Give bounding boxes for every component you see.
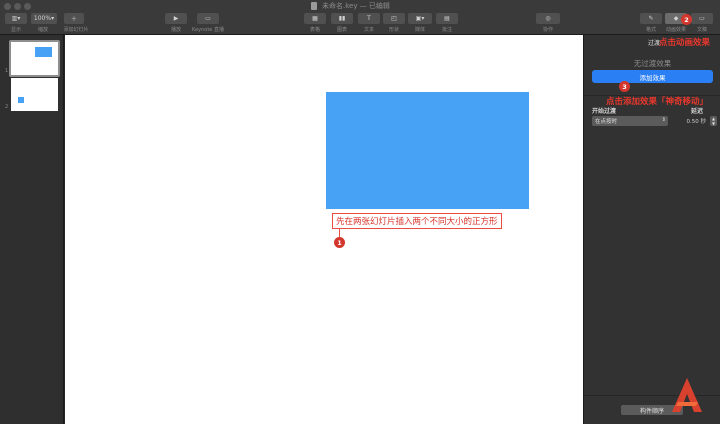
add-slide-label: 添加幻灯片 [63,27,89,33]
thumb-shape [35,47,52,57]
media-label: 媒体 [414,27,426,33]
slide-thumbnail-1[interactable] [11,42,58,75]
document-label: 文稿 [696,27,708,33]
zoom-window-button[interactable] [24,3,31,10]
text-button[interactable]: T [358,13,380,24]
chart-icon: ▮▮ [338,15,346,22]
comment-icon: ▤ [444,15,450,22]
document-icon [311,2,317,10]
paintbrush-icon: ✎ [648,15,654,22]
zoom-value: 100% [33,15,52,22]
zoom-select[interactable]: 100% ▾ [31,13,57,24]
watermark-logo [672,378,702,412]
start-transition-value: 在点按时 [595,119,618,125]
divider [584,95,720,96]
text-icon: T [367,15,371,22]
media-button[interactable]: ▣▾ [408,13,432,24]
hint-click-animate: 点击动画效果 [659,38,711,48]
delay-field[interactable]: 0.50 秒 [676,116,708,126]
toolbar: 未命名.key — 已编辑 ▥▾ 显示 100% ▾ 缩放 ＋ 添加幻灯片 ▶ 播… [0,0,720,35]
add-effect-button[interactable]: 添加效果 [592,70,713,83]
text-label: 文本 [363,27,375,33]
collaborate-button[interactable]: ◎ [536,13,560,24]
table-icon: ▦ [312,15,318,22]
collaborate-icon: ◎ [545,15,551,22]
screen-icon: ▭ [205,15,211,22]
keynote-live-label: Keynote 直播 [192,27,224,33]
shape-label: 形状 [388,27,400,33]
chart-button[interactable]: ▮▮ [331,13,353,24]
step-marker-2: 2 [681,14,692,25]
comment-label: 批注 [441,27,453,33]
plus-icon: ＋ [70,16,77,23]
animate-inspector: 过渡 点击动画效果 无过渡效果 添加效果 3 点击添加效果「神奇移动」 开始过渡… [583,35,720,424]
no-effect-label: 无过渡效果 [633,59,672,68]
slide-number-1: 1 [5,68,9,74]
slide-navigator: 1 2 [0,35,64,424]
view-button[interactable]: ▥▾ [5,13,27,24]
step-marker-3: 3 [619,81,630,92]
zoom-label: 缩放 [37,27,49,33]
table-label: 表格 [309,27,321,33]
format-button[interactable]: ✎ [640,13,662,24]
annotation-box: 先在两张幻灯片插入两个不同大小的正方形 [332,213,502,229]
format-label: 格式 [645,27,657,33]
annotation-line [339,229,340,237]
table-button[interactable]: ▦ [304,13,326,24]
media-icon: ▣▾ [415,15,425,22]
comment-button[interactable]: ▤ [436,13,458,24]
shape-button[interactable]: ◰ [383,13,405,24]
start-transition-select[interactable]: 在点按时 ⇕ [592,116,668,126]
thumb-shape [18,97,24,103]
animate-label: 动画效果 [665,27,687,33]
delay-stepper[interactable]: ▲ ▼ [710,116,717,126]
step-marker-1: 1 [334,237,345,248]
play-button[interactable]: ▶ [165,13,187,24]
play-icon: ▶ [173,15,179,22]
close-window-button[interactable] [4,3,11,10]
chart-label: 图表 [336,27,348,33]
collaborate-label: 协作 [542,27,554,33]
blue-rectangle-shape[interactable] [326,92,529,209]
delay-label: 延迟 [691,108,704,115]
play-label: 播放 [170,27,182,33]
start-transition-label: 开始过渡 [592,108,617,115]
window-title: 未命名.key — 已编辑 [322,2,390,10]
add-slide-button[interactable]: ＋ [64,13,84,24]
slide-canvas[interactable]: 先在两张幻灯片插入两个不同大小的正方形 1 [65,35,583,424]
slide-thumbnail-2[interactable] [11,78,58,111]
slide-number-2: 2 [5,104,9,110]
shape-icon: ◰ [391,15,397,22]
view-label: 显示 [10,27,22,33]
document-button[interactable]: ▭ [691,13,713,24]
minimize-window-button[interactable] [14,3,21,10]
document-panel-icon: ▭ [699,15,705,22]
keynote-live-button[interactable]: ▭ [197,13,219,24]
diamond-icon: ◆ [673,15,679,22]
chevron-updown-icon: ⇕ [661,117,666,123]
